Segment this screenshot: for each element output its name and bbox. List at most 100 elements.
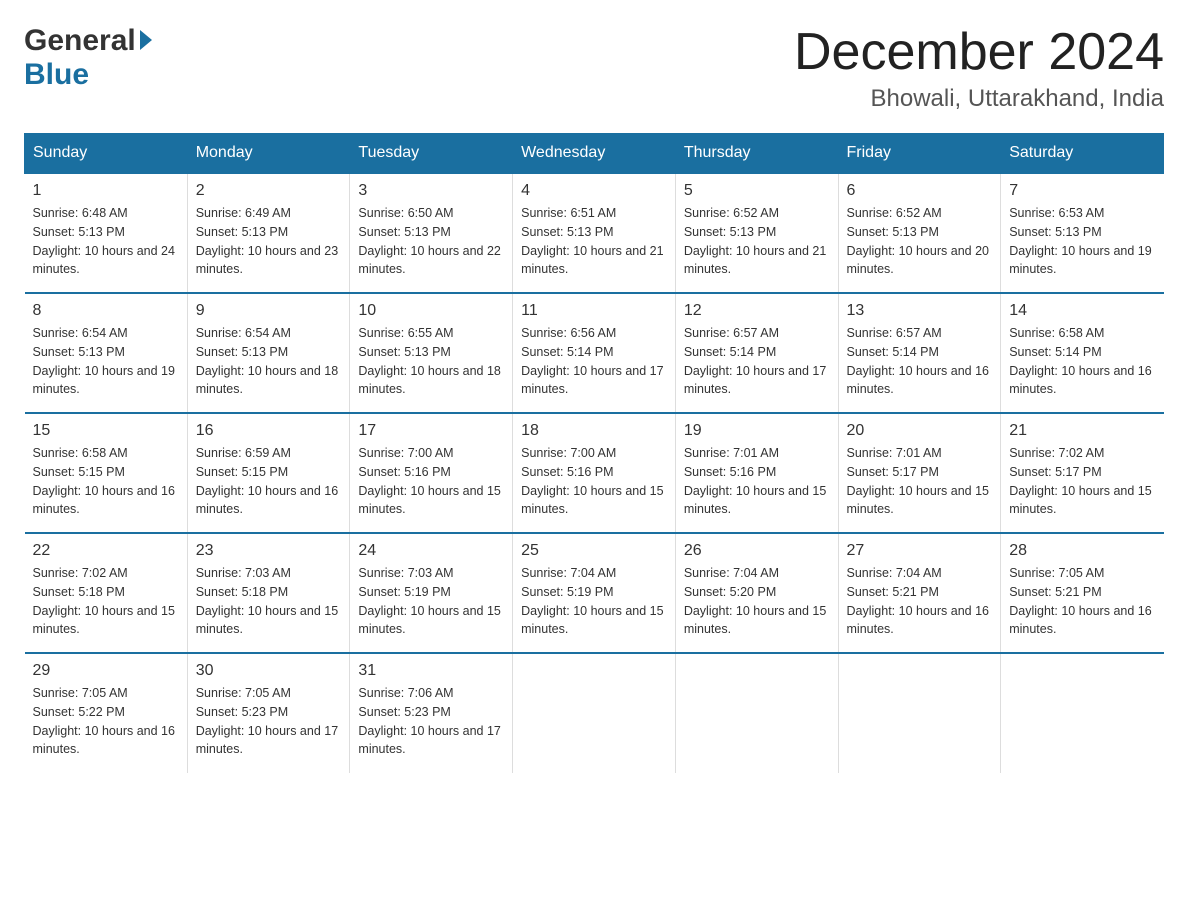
day-info: Sunrise: 6:56 AMSunset: 5:14 PMDaylight:… (521, 324, 667, 399)
week-row-5: 29 Sunrise: 7:05 AMSunset: 5:22 PMDaylig… (25, 653, 1164, 773)
day-number: 11 (521, 302, 667, 320)
day-cell: 2 Sunrise: 6:49 AMSunset: 5:13 PMDayligh… (187, 173, 350, 293)
day-cell: 27 Sunrise: 7:04 AMSunset: 5:21 PMDaylig… (838, 533, 1001, 653)
day-number: 12 (684, 302, 830, 320)
day-info: Sunrise: 7:05 AMSunset: 5:22 PMDaylight:… (33, 684, 179, 759)
day-cell: 29 Sunrise: 7:05 AMSunset: 5:22 PMDaylig… (25, 653, 188, 773)
day-info: Sunrise: 7:04 AMSunset: 5:20 PMDaylight:… (684, 564, 830, 639)
day-number: 15 (33, 422, 179, 440)
day-cell: 1 Sunrise: 6:48 AMSunset: 5:13 PMDayligh… (25, 173, 188, 293)
day-info: Sunrise: 6:48 AMSunset: 5:13 PMDaylight:… (33, 204, 179, 279)
day-cell: 25 Sunrise: 7:04 AMSunset: 5:19 PMDaylig… (513, 533, 676, 653)
day-cell: 14 Sunrise: 6:58 AMSunset: 5:14 PMDaylig… (1001, 293, 1164, 413)
day-cell: 11 Sunrise: 6:56 AMSunset: 5:14 PMDaylig… (513, 293, 676, 413)
logo-general-text: General (24, 24, 136, 58)
day-cell (1001, 653, 1164, 773)
day-cell: 22 Sunrise: 7:02 AMSunset: 5:18 PMDaylig… (25, 533, 188, 653)
day-info: Sunrise: 7:04 AMSunset: 5:21 PMDaylight:… (847, 564, 993, 639)
day-number: 1 (33, 182, 179, 200)
day-number: 7 (1009, 182, 1155, 200)
day-cell: 30 Sunrise: 7:05 AMSunset: 5:23 PMDaylig… (187, 653, 350, 773)
page-header: General Blue December 2024 Bhowali, Utta… (24, 24, 1164, 113)
day-cell: 19 Sunrise: 7:01 AMSunset: 5:16 PMDaylig… (675, 413, 838, 533)
day-number: 27 (847, 542, 993, 560)
day-cell: 17 Sunrise: 7:00 AMSunset: 5:16 PMDaylig… (350, 413, 513, 533)
col-header-monday: Monday (187, 134, 350, 174)
col-header-thursday: Thursday (675, 134, 838, 174)
day-number: 13 (847, 302, 993, 320)
day-cell: 23 Sunrise: 7:03 AMSunset: 5:18 PMDaylig… (187, 533, 350, 653)
day-info: Sunrise: 7:03 AMSunset: 5:19 PMDaylight:… (358, 564, 504, 639)
day-number: 31 (358, 662, 504, 680)
day-number: 16 (196, 422, 342, 440)
day-info: Sunrise: 6:59 AMSunset: 5:15 PMDaylight:… (196, 444, 342, 519)
day-info: Sunrise: 7:02 AMSunset: 5:17 PMDaylight:… (1009, 444, 1155, 519)
title-section: December 2024 Bhowali, Uttarakhand, Indi… (794, 24, 1164, 113)
day-cell: 24 Sunrise: 7:03 AMSunset: 5:19 PMDaylig… (350, 533, 513, 653)
day-number: 24 (358, 542, 504, 560)
day-cell (838, 653, 1001, 773)
day-info: Sunrise: 6:58 AMSunset: 5:15 PMDaylight:… (33, 444, 179, 519)
day-number: 22 (33, 542, 179, 560)
day-info: Sunrise: 7:02 AMSunset: 5:18 PMDaylight:… (33, 564, 179, 639)
day-info: Sunrise: 6:49 AMSunset: 5:13 PMDaylight:… (196, 204, 342, 279)
day-cell: 9 Sunrise: 6:54 AMSunset: 5:13 PMDayligh… (187, 293, 350, 413)
day-cell: 12 Sunrise: 6:57 AMSunset: 5:14 PMDaylig… (675, 293, 838, 413)
day-info: Sunrise: 7:04 AMSunset: 5:19 PMDaylight:… (521, 564, 667, 639)
calendar-header-row: SundayMondayTuesdayWednesdayThursdayFrid… (25, 134, 1164, 174)
day-cell (513, 653, 676, 773)
day-number: 21 (1009, 422, 1155, 440)
day-info: Sunrise: 7:03 AMSunset: 5:18 PMDaylight:… (196, 564, 342, 639)
day-cell: 15 Sunrise: 6:58 AMSunset: 5:15 PMDaylig… (25, 413, 188, 533)
day-number: 18 (521, 422, 667, 440)
logo-blue-text: Blue (24, 58, 89, 92)
day-number: 9 (196, 302, 342, 320)
week-row-3: 15 Sunrise: 6:58 AMSunset: 5:15 PMDaylig… (25, 413, 1164, 533)
day-info: Sunrise: 7:01 AMSunset: 5:16 PMDaylight:… (684, 444, 830, 519)
col-header-wednesday: Wednesday (513, 134, 676, 174)
day-info: Sunrise: 6:57 AMSunset: 5:14 PMDaylight:… (847, 324, 993, 399)
col-header-friday: Friday (838, 134, 1001, 174)
day-info: Sunrise: 6:54 AMSunset: 5:13 PMDaylight:… (196, 324, 342, 399)
day-info: Sunrise: 6:55 AMSunset: 5:13 PMDaylight:… (358, 324, 504, 399)
day-info: Sunrise: 6:52 AMSunset: 5:13 PMDaylight:… (847, 204, 993, 279)
day-cell: 26 Sunrise: 7:04 AMSunset: 5:20 PMDaylig… (675, 533, 838, 653)
day-cell: 3 Sunrise: 6:50 AMSunset: 5:13 PMDayligh… (350, 173, 513, 293)
day-number: 23 (196, 542, 342, 560)
day-cell: 28 Sunrise: 7:05 AMSunset: 5:21 PMDaylig… (1001, 533, 1164, 653)
col-header-tuesday: Tuesday (350, 134, 513, 174)
day-info: Sunrise: 7:01 AMSunset: 5:17 PMDaylight:… (847, 444, 993, 519)
day-number: 28 (1009, 542, 1155, 560)
day-info: Sunrise: 7:05 AMSunset: 5:23 PMDaylight:… (196, 684, 342, 759)
day-info: Sunrise: 6:54 AMSunset: 5:13 PMDaylight:… (33, 324, 179, 399)
day-cell: 18 Sunrise: 7:00 AMSunset: 5:16 PMDaylig… (513, 413, 676, 533)
day-cell (675, 653, 838, 773)
day-cell: 4 Sunrise: 6:51 AMSunset: 5:13 PMDayligh… (513, 173, 676, 293)
day-info: Sunrise: 6:50 AMSunset: 5:13 PMDaylight:… (358, 204, 504, 279)
day-number: 3 (358, 182, 504, 200)
day-cell: 20 Sunrise: 7:01 AMSunset: 5:17 PMDaylig… (838, 413, 1001, 533)
day-cell: 13 Sunrise: 6:57 AMSunset: 5:14 PMDaylig… (838, 293, 1001, 413)
day-number: 4 (521, 182, 667, 200)
month-title: December 2024 (794, 24, 1164, 81)
day-number: 19 (684, 422, 830, 440)
day-number: 10 (358, 302, 504, 320)
logo: General Blue (24, 24, 152, 92)
day-number: 14 (1009, 302, 1155, 320)
week-row-1: 1 Sunrise: 6:48 AMSunset: 5:13 PMDayligh… (25, 173, 1164, 293)
day-info: Sunrise: 7:00 AMSunset: 5:16 PMDaylight:… (521, 444, 667, 519)
day-info: Sunrise: 6:52 AMSunset: 5:13 PMDaylight:… (684, 204, 830, 279)
day-info: Sunrise: 6:57 AMSunset: 5:14 PMDaylight:… (684, 324, 830, 399)
day-cell: 6 Sunrise: 6:52 AMSunset: 5:13 PMDayligh… (838, 173, 1001, 293)
day-info: Sunrise: 7:06 AMSunset: 5:23 PMDaylight:… (358, 684, 504, 759)
day-number: 17 (358, 422, 504, 440)
day-number: 25 (521, 542, 667, 560)
day-info: Sunrise: 6:53 AMSunset: 5:13 PMDaylight:… (1009, 204, 1155, 279)
week-row-2: 8 Sunrise: 6:54 AMSunset: 5:13 PMDayligh… (25, 293, 1164, 413)
day-number: 26 (684, 542, 830, 560)
day-cell: 16 Sunrise: 6:59 AMSunset: 5:15 PMDaylig… (187, 413, 350, 533)
day-cell: 8 Sunrise: 6:54 AMSunset: 5:13 PMDayligh… (25, 293, 188, 413)
day-info: Sunrise: 7:00 AMSunset: 5:16 PMDaylight:… (358, 444, 504, 519)
day-cell: 10 Sunrise: 6:55 AMSunset: 5:13 PMDaylig… (350, 293, 513, 413)
location-title: Bhowali, Uttarakhand, India (794, 85, 1164, 113)
